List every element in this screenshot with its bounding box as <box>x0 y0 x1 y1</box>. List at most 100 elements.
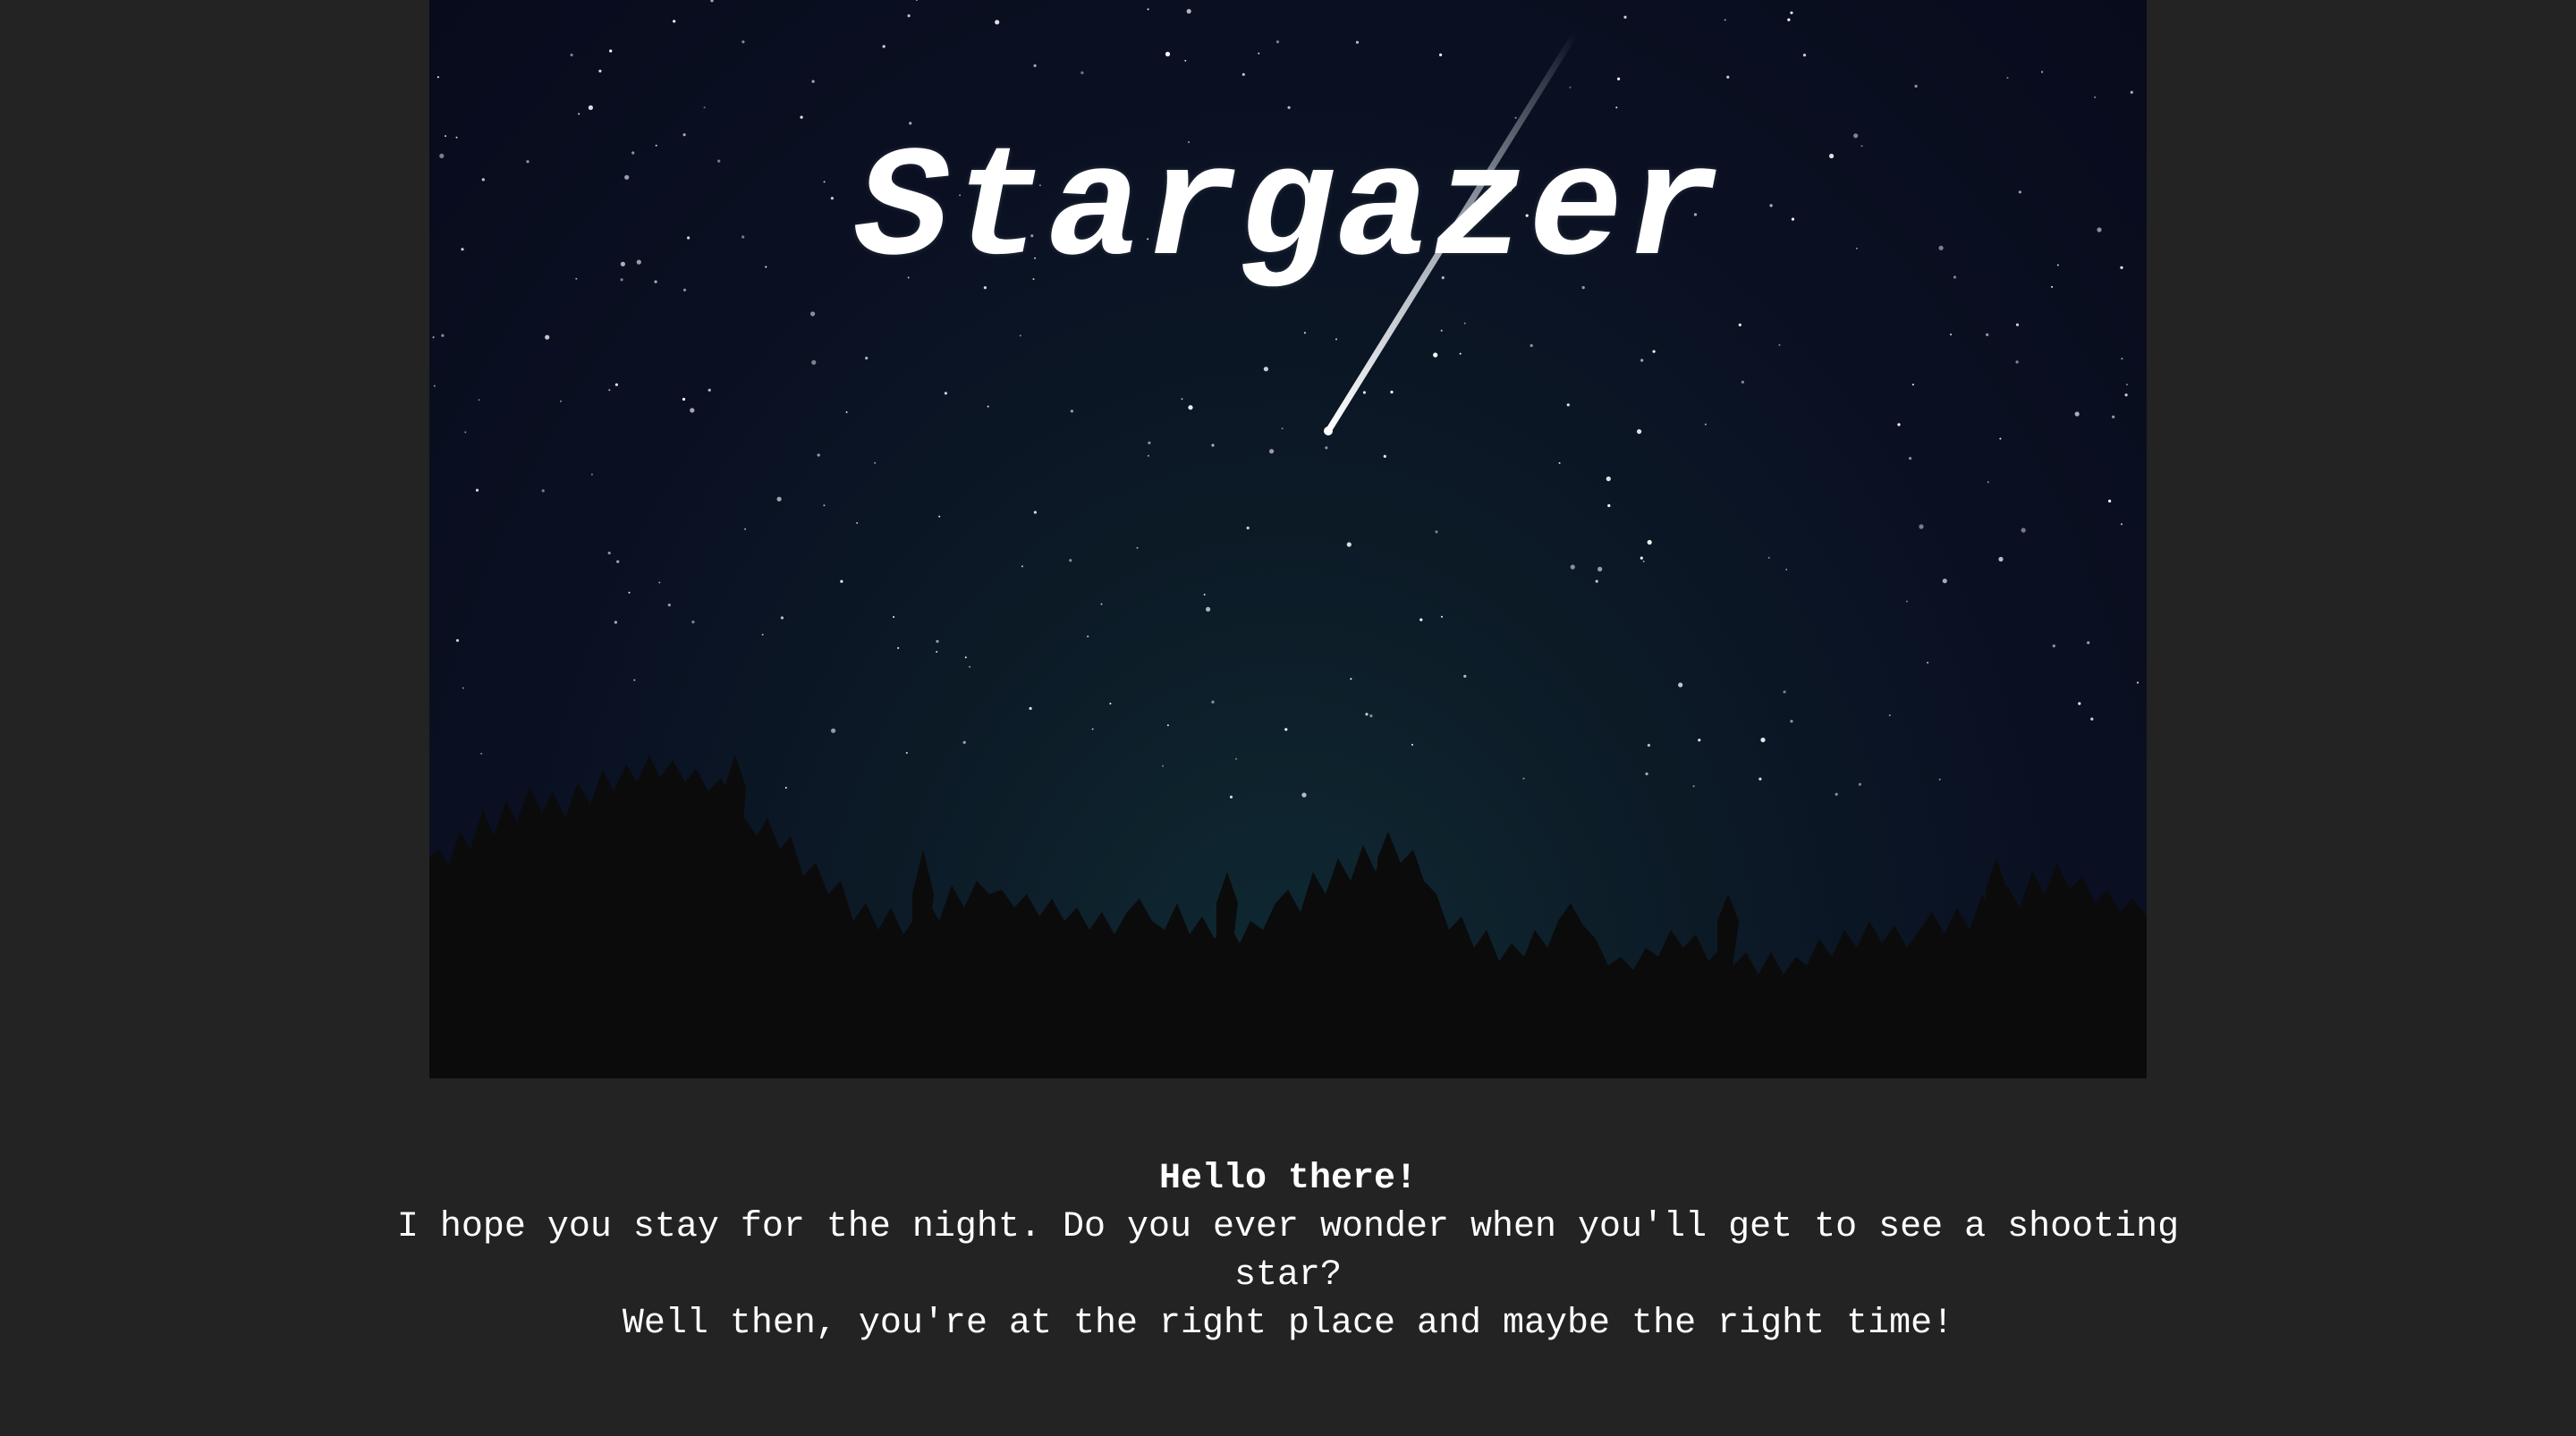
star <box>1029 706 1032 710</box>
star <box>1147 454 1149 457</box>
star <box>614 383 618 386</box>
star <box>710 0 714 3</box>
star <box>1652 350 1656 353</box>
star <box>907 14 911 18</box>
star <box>810 311 816 317</box>
star <box>1802 54 1807 57</box>
star <box>1325 446 1328 450</box>
star <box>1033 511 1037 514</box>
star <box>1888 714 1891 716</box>
star <box>987 405 989 408</box>
star <box>1459 352 1462 355</box>
star <box>1390 390 1394 394</box>
star <box>673 20 676 23</box>
star <box>1355 40 1360 44</box>
star <box>1909 456 1912 460</box>
star <box>541 489 545 493</box>
star <box>462 687 464 689</box>
star <box>1284 728 1288 731</box>
greeting-heading: Hello there! <box>1158 1159 1418 1199</box>
star <box>2015 323 2020 326</box>
star <box>2078 702 2081 705</box>
star <box>436 76 439 79</box>
star <box>2087 641 2090 645</box>
star <box>1785 569 1788 570</box>
star <box>1778 343 1781 346</box>
star <box>962 740 966 744</box>
star <box>936 639 939 643</box>
star <box>1346 542 1352 547</box>
star <box>1738 323 1741 326</box>
treeline-silhouette <box>429 756 2147 1078</box>
star <box>703 106 706 109</box>
star <box>936 651 938 653</box>
star <box>1758 777 1762 781</box>
star <box>964 656 967 659</box>
star <box>475 488 479 492</box>
star <box>845 411 848 413</box>
star <box>1999 437 2002 440</box>
star <box>2108 499 2112 503</box>
star <box>1181 398 1183 401</box>
star <box>1258 52 1260 55</box>
star <box>1704 423 1707 426</box>
star <box>1645 772 1648 776</box>
star <box>1439 53 1443 57</box>
star <box>1914 84 1918 88</box>
star <box>1530 343 1533 348</box>
star <box>1698 739 1701 742</box>
star <box>761 633 764 636</box>
star <box>1109 702 1112 705</box>
star <box>1411 743 1413 746</box>
star <box>1211 443 1215 447</box>
star <box>1678 682 1683 688</box>
star <box>1019 334 1021 337</box>
star <box>2121 523 2123 526</box>
star <box>1942 579 1947 584</box>
star <box>1241 72 1245 76</box>
star <box>1419 618 1423 621</box>
star <box>607 551 611 555</box>
star <box>441 334 445 337</box>
star <box>2130 90 2133 94</box>
star <box>2015 360 2019 364</box>
star <box>2006 77 2009 79</box>
star <box>2121 358 2123 360</box>
star <box>1741 380 1744 384</box>
star <box>1647 539 1652 545</box>
star <box>588 105 593 110</box>
star <box>811 359 817 365</box>
star <box>1787 18 1791 21</box>
star <box>1514 116 1517 119</box>
star <box>1440 329 1443 332</box>
star <box>1606 476 1611 482</box>
star <box>1281 427 1284 430</box>
star <box>1617 77 1621 80</box>
star <box>1640 359 1644 362</box>
star <box>480 752 483 755</box>
star <box>1206 606 1211 612</box>
star <box>1790 11 1793 14</box>
star <box>1607 503 1611 508</box>
star <box>1767 556 1770 559</box>
star <box>1301 792 1307 798</box>
star <box>1463 674 1467 678</box>
star <box>840 579 843 583</box>
star <box>1986 333 1989 336</box>
star <box>1441 615 1443 618</box>
star <box>1597 566 1603 572</box>
star <box>1927 662 1929 664</box>
star <box>545 334 550 340</box>
star <box>628 591 631 594</box>
star <box>1692 785 1695 788</box>
star <box>865 356 869 360</box>
star <box>609 49 613 53</box>
star <box>1640 556 1643 560</box>
intro-line-1: I hope you stay for the night. Do you ev… <box>396 1207 2180 1296</box>
star <box>1463 322 1466 325</box>
star <box>1275 40 1280 44</box>
star <box>784 787 787 789</box>
star <box>1435 530 1438 534</box>
intro-text: Hello there! I hope you stay for the nig… <box>358 1155 2218 1348</box>
star <box>1724 19 1726 21</box>
